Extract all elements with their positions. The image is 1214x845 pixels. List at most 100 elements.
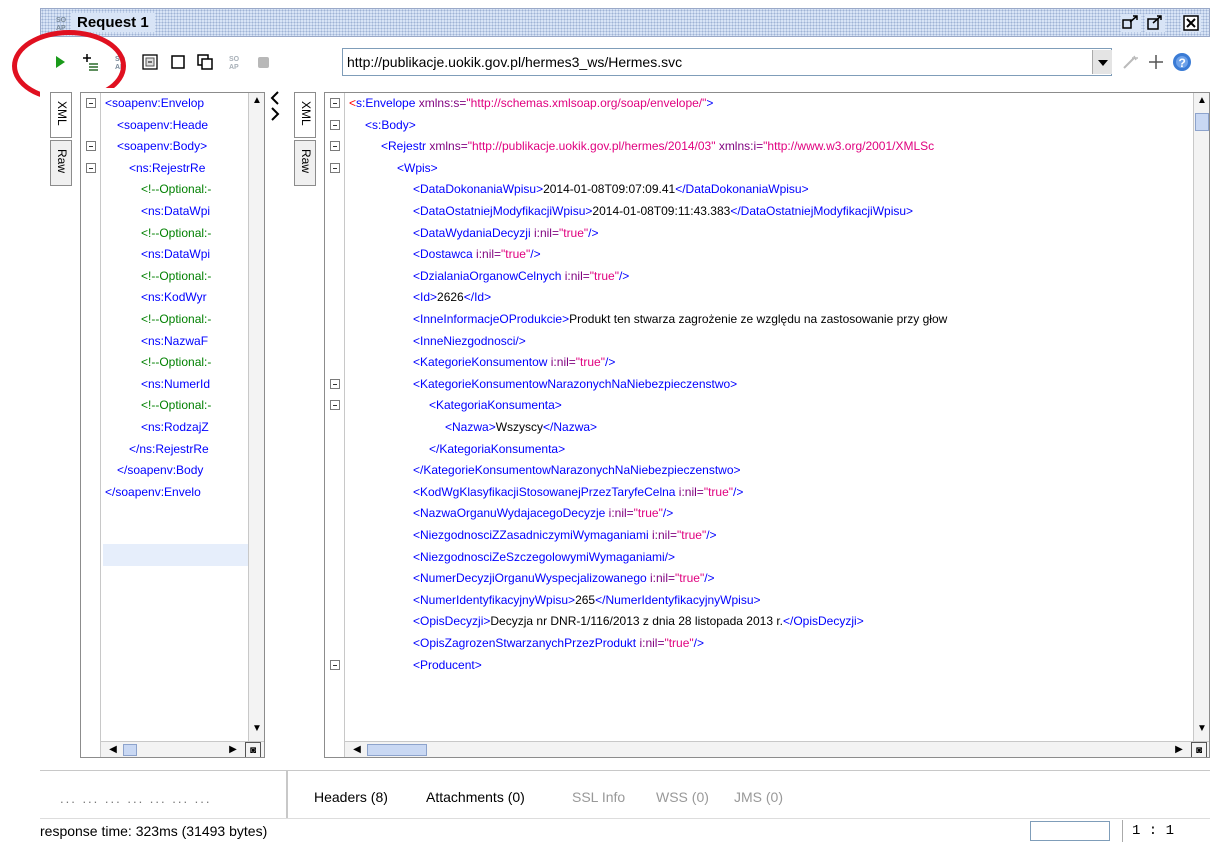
fold-toggle-icon[interactable] — [330, 400, 340, 411]
code-token: </KategoriaKonsumenta> — [429, 441, 566, 456]
scroll-up-icon[interactable]: ▲ — [1194, 93, 1209, 109]
code-token: "true" — [558, 225, 589, 240]
code-line: <!--Optional:- — [141, 395, 211, 416]
code-token: i:nil= — [564, 268, 590, 283]
code-token: xmlns:s= — [418, 96, 467, 110]
scroll-thumb[interactable] — [367, 744, 427, 756]
help-icon[interactable]: ? — [1172, 52, 1192, 72]
response-vertical-scrollbar[interactable]: ▲ ▼ — [1193, 93, 1209, 741]
code-token: <Id> — [413, 290, 438, 305]
close-icon[interactable] — [1181, 14, 1201, 32]
endpoint-url-input[interactable]: http://publikacje.uokik.gov.pl/hermes3_w… — [342, 48, 1112, 76]
maximize-editor-icon[interactable] — [168, 52, 188, 72]
collapse-arrows-icon[interactable] — [266, 90, 286, 130]
tab-request-xml[interactable]: XML — [50, 92, 72, 138]
code-line: <KategoriaKonsumenta> — [429, 395, 562, 416]
code-line: <InneNiezgodnosci/> — [413, 331, 526, 352]
tab-jms[interactable]: JMS (0) — [734, 789, 783, 805]
code-token: Wszyscy — [495, 420, 544, 434]
code-line: <s:Body> — [365, 115, 416, 136]
code-token: <ns:RejestrRe — [129, 160, 206, 175]
scroll-thumb[interactable] — [1195, 113, 1209, 131]
cursor-position: 1 : 1 — [1132, 823, 1175, 839]
scroll-down-icon[interactable]: ▼ — [1194, 721, 1209, 737]
code-token: <DzialaniaOrganowCelnych — [413, 268, 565, 283]
add-endpoint-icon[interactable] — [1146, 52, 1166, 72]
tab-attachments[interactable]: Attachments (0) — [426, 789, 525, 805]
stop-icon[interactable] — [254, 52, 274, 72]
response-xml-editor[interactable]: <s:Envelope xmlns:s="http://schemas.xmls… — [324, 92, 1210, 758]
scroll-right-icon[interactable]: ▶ — [225, 742, 241, 757]
tab-ssl-info[interactable]: SSL Info — [572, 789, 625, 805]
tab-wss[interactable]: WSS (0) — [656, 789, 709, 805]
fold-toggle-icon[interactable] — [86, 141, 96, 152]
fold-toggle-icon[interactable] — [330, 659, 340, 670]
code-line: <OpisDecyzji>Decyzja nr DNR-1/116/2013 z… — [413, 611, 864, 632]
code-token: /> — [706, 528, 717, 542]
detach-icon[interactable] — [1121, 14, 1141, 32]
code-token: <OpisDecyzji> — [413, 614, 491, 629]
code-token: <ns:NazwaF — [141, 333, 209, 348]
zoom-icon[interactable]: ◙ — [245, 742, 261, 757]
code-token: <!--Optional:- — [141, 398, 212, 413]
wizard-icon[interactable] — [1120, 52, 1140, 72]
response-view-tabs: XML Raw — [286, 88, 326, 770]
code-token: <Producent> — [413, 657, 482, 672]
fold-toggle-icon[interactable] — [86, 98, 96, 108]
pane-splitter[interactable] — [266, 88, 286, 770]
svg-text:?: ? — [1179, 56, 1186, 70]
code-line: <Nazwa>Wszyscy</Nazwa> — [445, 417, 597, 438]
code-token: "true" — [677, 528, 707, 542]
scroll-thumb[interactable] — [123, 744, 137, 756]
split-view-icon[interactable] — [195, 52, 215, 72]
fold-toggle-icon[interactable] — [330, 141, 340, 152]
soap-disabled-icon[interactable]: SO AP — [226, 52, 246, 72]
fold-toggle-icon[interactable] — [86, 162, 96, 173]
format-icon[interactable] — [140, 52, 160, 72]
code-token: <InneInformacjeOProdukcie> — [413, 312, 570, 326]
zoom-icon[interactable]: ◙ — [1191, 742, 1207, 757]
code-line: <!--Optional:- — [141, 352, 211, 373]
fold-toggle-icon[interactable] — [330, 162, 340, 173]
code-line: <ns:DataWpi — [141, 201, 210, 222]
endpoint-dropdown-icon[interactable] — [1092, 50, 1112, 74]
scroll-up-icon[interactable]: ▲ — [249, 93, 264, 109]
code-line: <Producent> — [413, 655, 482, 676]
scroll-right-icon[interactable]: ▶ — [1171, 742, 1187, 757]
code-token: /> — [733, 484, 744, 499]
code-token: xmlns:i= — [718, 139, 764, 154]
code-token: 2626 — [437, 290, 464, 305]
tab-response-raw[interactable]: Raw — [294, 140, 316, 186]
response-horizontal-scrollbar[interactable]: ◀ ▶ ◙ — [345, 741, 1209, 757]
request-vertical-scrollbar[interactable]: ▲ ▼ — [248, 93, 264, 741]
request-xml-editor[interactable]: <soapenv:Envelop <soapenv:Heade <soapenv:B… — [80, 92, 265, 758]
title-bar: SO AP Request 1 — [40, 8, 1210, 37]
code-token: 2014-01-08T09:11:43.383 — [592, 204, 731, 218]
tab-request-raw[interactable]: Raw — [50, 140, 72, 186]
code-line: <Dostawca i:nil="true"/> — [413, 244, 541, 265]
code-token: <KategorieKonsumentowNarazonychNaNiebezp… — [413, 376, 738, 391]
code-line: </ns:RejestrRe — [129, 439, 209, 460]
code-token: </soapenv:Envelo — [105, 484, 201, 499]
code-line: <DzialaniaOrganowCelnych i:nil="true"/> — [413, 266, 629, 287]
code-token: i:nil= — [678, 484, 704, 499]
code-token: 2014-01-08T09:07:09.41 — [543, 182, 676, 197]
scroll-left-icon[interactable]: ◀ — [349, 742, 365, 757]
code-token: xmlns= — [429, 139, 468, 154]
fold-toggle-icon[interactable] — [330, 119, 340, 130]
fold-toggle-icon[interactable] — [330, 378, 340, 389]
svg-text:SO: SO — [229, 56, 240, 63]
tab-response-xml[interactable]: XML — [294, 92, 316, 138]
request-horizontal-scrollbar[interactable]: ◀ ▶ ◙ — [101, 741, 264, 757]
scroll-left-icon[interactable]: ◀ — [105, 742, 121, 757]
tab-headers[interactable]: Headers (8) — [314, 789, 388, 805]
maximize-icon[interactable] — [1145, 14, 1165, 32]
code-token: <InneNiezgodnosci/> — [413, 333, 526, 348]
code-token: <DataOstatniejModyfikacjiWpisu> — [413, 204, 593, 218]
code-line: <OpisZagrozenStwarzanychPrzezProdukt i:n… — [413, 633, 704, 654]
code-line: <NumerDecyzjiOrganuWyspecjalizowanego i:… — [413, 568, 715, 589]
fold-toggle-icon[interactable] — [330, 98, 340, 108]
code-line: <Wpis> — [397, 158, 438, 179]
request-view-tabs: XML Raw — [40, 88, 80, 770]
scroll-down-icon[interactable]: ▼ — [249, 721, 264, 737]
